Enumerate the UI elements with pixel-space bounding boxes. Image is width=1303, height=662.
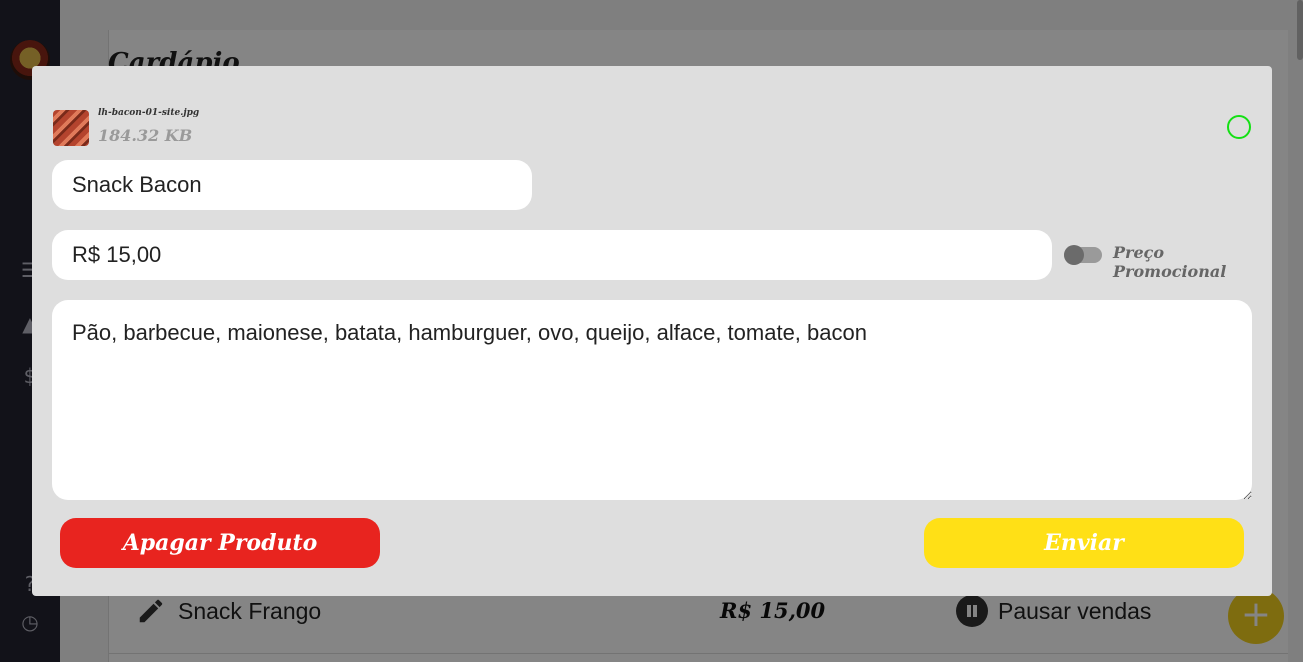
upload-status-icon [1227,115,1251,139]
product-image-thumbnail [53,110,89,146]
send-button[interactable]: Enviar [924,518,1244,568]
toggle-knob [1064,245,1084,265]
product-price-input[interactable] [52,230,1052,280]
file-size: 184.32 KB [98,126,193,145]
promo-price-label: Preço Promocional [1113,243,1227,281]
product-description-textarea[interactable]: Pão, barbecue, maionese, batata, hamburg… [52,300,1252,500]
product-name-input[interactable] [52,160,532,210]
edit-product-modal: lh-bacon-01-site.jpg 184.32 KB Preço Pro… [32,66,1272,596]
delete-product-button[interactable]: Apagar Produto [60,518,380,568]
file-name: lh-bacon-01-site.jpg [98,108,200,118]
promo-price-toggle[interactable] [1064,245,1102,265]
